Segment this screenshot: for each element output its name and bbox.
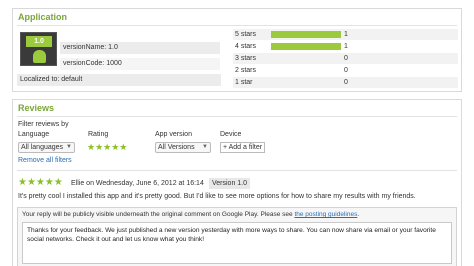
rating-bar-track (271, 43, 341, 50)
device-label: Device (220, 131, 242, 138)
rating-count: 0 (344, 67, 348, 74)
rating-bar-track (271, 31, 341, 38)
app-version-badge: 1.0 (26, 36, 52, 47)
rating-label: Rating (88, 131, 109, 138)
review-text: It's pretty cool I installed this app an… (18, 193, 416, 200)
rating-count: 0 (344, 55, 348, 62)
rating-bar-track (271, 55, 341, 62)
rating-bar (271, 43, 341, 50)
review-header: ★★★★★ Ellie on Wednesday, June 6, 2012 a… (18, 177, 458, 189)
rating-count: 1 (344, 43, 348, 50)
divider (17, 25, 457, 26)
reply-panel: Your reply will be publicly visible unde… (17, 207, 457, 266)
chevron-down-icon: ▼ (202, 144, 208, 150)
reply-textarea[interactable]: Thanks for your feedback. We just publis… (22, 222, 452, 264)
rating-bar (271, 31, 341, 38)
chevron-down-icon: ▼ (66, 144, 72, 150)
application-panel: Application 1.0 versionName: 1.0 version… (12, 8, 462, 92)
app-icon: 1.0 (20, 32, 57, 66)
rating-label: 4 stars (235, 43, 257, 50)
reviews-title: Reviews (18, 103, 55, 113)
version-name: versionName: 1.0 (60, 42, 220, 54)
rating-bar-track (271, 79, 341, 86)
rating-filter-stars[interactable]: ★★★★★ (87, 142, 127, 152)
posting-guidelines-link[interactable]: the posting guidelines (294, 211, 357, 218)
rating-row: 1 star 0 (233, 77, 458, 88)
rating-label: 3 stars (235, 55, 257, 62)
review-version-badge: Version 1.0 (209, 178, 251, 189)
rating-bar-track (271, 67, 341, 74)
rating-label: 2 stars (235, 67, 257, 74)
android-icon (33, 50, 46, 63)
divider (17, 170, 457, 171)
reply-note-end: . (357, 211, 360, 218)
rating-label: 1 star (235, 79, 253, 86)
rating-row: 5 stars 1 (233, 29, 458, 40)
language-select[interactable]: All languages ▼ (18, 142, 75, 153)
review-author-date: Ellie on Wednesday, June 6, 2012 at 16:1… (71, 180, 204, 187)
reply-note: Your reply will be publicly visible unde… (22, 211, 359, 218)
language-select-value: All languages (21, 144, 64, 151)
divider (17, 116, 457, 117)
remove-all-filters-link[interactable]: Remove all filters (18, 157, 72, 164)
app-version-select[interactable]: All Versions ▼ (155, 142, 211, 153)
rating-row: 3 stars 0 (233, 53, 458, 64)
filter-heading: Filter reviews by (18, 121, 69, 128)
rating-row: 4 stars 1 (233, 41, 458, 52)
reply-note-text: Your reply will be publicly visible unde… (22, 211, 293, 218)
rating-label: 5 stars (235, 31, 257, 38)
review-stars: ★★★★★ (18, 177, 63, 188)
reviews-panel: Reviews Filter reviews by Language Ratin… (12, 99, 462, 266)
rating-count: 0 (344, 79, 348, 86)
application-title: Application (18, 12, 67, 22)
rating-count: 1 (344, 31, 348, 38)
app-version-label: App version (155, 131, 192, 138)
rating-row: 2 stars 0 (233, 65, 458, 76)
app-version-select-value: All Versions (158, 144, 195, 151)
add-filter-button[interactable]: + Add a filter (220, 142, 265, 153)
language-label: Language (18, 131, 50, 138)
localized-to: Localized to: default (17, 74, 221, 86)
version-code: versionCode: 1000 (60, 58, 220, 70)
